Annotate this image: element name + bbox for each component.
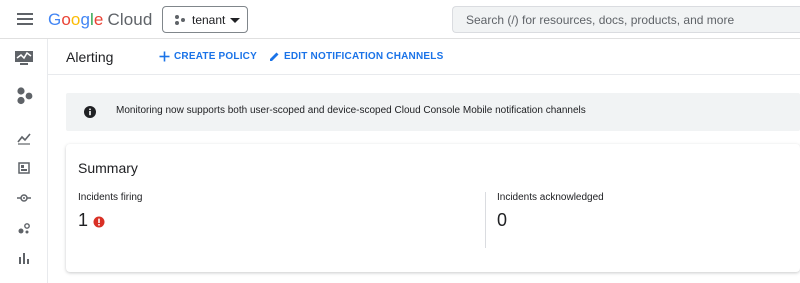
search-bar[interactable]	[452, 6, 800, 33]
sidebar	[0, 39, 48, 283]
google-cloud-logo[interactable]: Google Cloud	[48, 10, 152, 30]
page-header: Alerting CREATE POLICY EDIT NOTIFICATION…	[48, 39, 800, 75]
project-name: tenant	[192, 13, 226, 27]
page-title: Alerting	[66, 49, 114, 65]
create-policy-button[interactable]: CREATE POLICY	[159, 51, 257, 62]
edit-notification-channels-label: EDIT NOTIFICATION CHANNELS	[284, 51, 444, 62]
summary-title: Summary	[78, 160, 138, 176]
bar-chart-icon[interactable]	[14, 248, 34, 268]
logo-letter: g	[80, 10, 91, 29]
pencil-icon	[270, 52, 279, 61]
incidents-firing-label: Incidents firing	[78, 192, 143, 203]
monitoring-product-icon[interactable]	[14, 48, 34, 68]
caret-down-icon	[230, 18, 240, 23]
logo-cloud-text: Cloud	[107, 10, 153, 29]
project-picker[interactable]: tenant	[162, 6, 248, 33]
services-icon[interactable]	[14, 218, 34, 238]
banner-message: Monitoring now supports both user-scoped…	[116, 105, 586, 116]
integrations-icon[interactable]	[14, 188, 34, 208]
top-bar: Google Cloud tenant	[0, 0, 800, 39]
logo-letter: o	[61, 10, 71, 29]
create-policy-label: CREATE POLICY	[174, 51, 257, 62]
summary-divider	[485, 192, 486, 248]
metrics-explorer-icon[interactable]	[14, 128, 34, 148]
info-icon	[84, 106, 96, 118]
error-icon	[93, 216, 105, 228]
info-banner: Monitoring now supports both user-scoped…	[66, 93, 800, 131]
search-input[interactable]	[453, 7, 800, 32]
project-dots-icon	[175, 15, 185, 25]
edit-notification-channels-button[interactable]: EDIT NOTIFICATION CHANNELS	[269, 51, 443, 62]
product-logo-icon[interactable]	[14, 86, 34, 106]
incidents-acknowledged-value[interactable]: 0	[497, 210, 507, 231]
incidents-firing-value[interactable]: 1	[78, 210, 88, 231]
dashboards-icon[interactable]	[14, 158, 34, 178]
logo-letter: G	[48, 10, 62, 29]
hamburger-menu-icon[interactable]	[17, 13, 33, 25]
logo-letter: e	[93, 10, 104, 29]
summary-card: Summary Incidents firing 1 Incidents ack…	[66, 144, 800, 272]
plus-icon	[159, 51, 170, 62]
incidents-acknowledged-label: Incidents acknowledged	[497, 192, 604, 203]
